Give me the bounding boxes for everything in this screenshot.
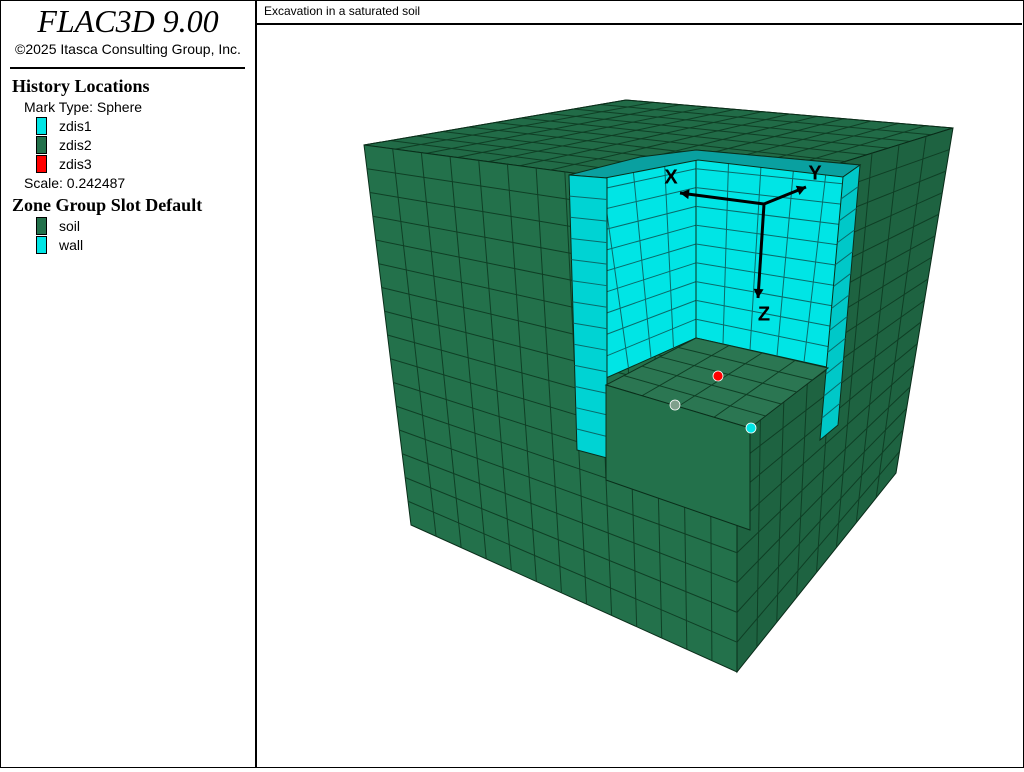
view-title: Excavation in a saturated soil — [264, 4, 421, 18]
zdis2-label: zdis2 — [59, 137, 92, 153]
copyright-text: ©2025 Itasca Consulting Group, Inc. — [15, 41, 241, 57]
zdis3-label: zdis3 — [59, 156, 92, 172]
axis-z-label: Z — [758, 303, 770, 325]
zdis1-marker[interactable] — [745, 422, 757, 434]
zone-group-title: Zone Group Slot Default — [12, 195, 203, 215]
zdis2-marker[interactable] — [669, 399, 681, 411]
model-viewport[interactable]: X Y Z — [257, 25, 1022, 767]
soil-swatch — [36, 217, 47, 235]
zdis3-marker[interactable] — [712, 370, 724, 382]
legend-divider — [10, 67, 245, 69]
view-title-bar: Excavation in a saturated soil — [257, 1, 1022, 25]
legend-panel: FLAC3D 9.00 ©2025 Itasca Consulting Grou… — [1, 1, 257, 767]
wall-label: wall — [59, 237, 84, 253]
zdis2-swatch — [36, 136, 47, 154]
app-title: FLAC3D 9.00 — [37, 3, 219, 39]
history-scale-label: Scale: 0.242487 — [24, 175, 126, 191]
history-locations-title: History Locations — [12, 76, 150, 96]
zdis1-swatch — [36, 117, 47, 135]
wall-swatch — [36, 236, 47, 254]
axis-y-label: Y — [808, 162, 822, 184]
zdis1-label: zdis1 — [59, 118, 92, 134]
soil-label: soil — [59, 218, 81, 234]
zdis3-swatch — [36, 155, 47, 173]
mark-type-label: Mark Type: Sphere — [24, 99, 143, 115]
axis-x-label: X — [664, 166, 678, 188]
model-scene[interactable]: X Y Z — [257, 25, 1022, 767]
excavation-model — [363, 99, 954, 674]
